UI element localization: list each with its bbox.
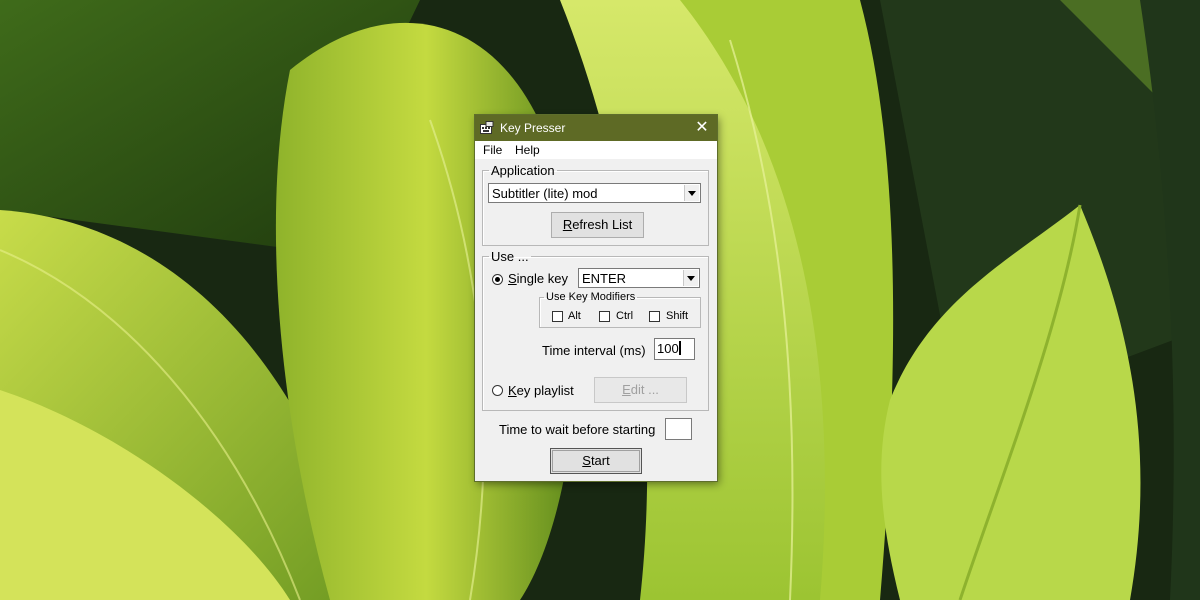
single-key-radio[interactable]: [492, 274, 503, 285]
title-bar[interactable]: Key Presser ✕: [475, 115, 717, 141]
time-interval-label: Time interval (ms): [542, 343, 646, 358]
key-playlist-label[interactable]: Key playlist: [508, 383, 574, 398]
window-title: Key Presser: [500, 121, 566, 135]
single-key-text: ingle key: [516, 271, 568, 286]
text-caret: [678, 341, 681, 355]
shift-checkbox[interactable]: [649, 311, 660, 322]
close-button[interactable]: ✕: [687, 115, 717, 141]
time-interval-value: 100: [657, 341, 679, 356]
start-mnemonic: S: [582, 453, 591, 468]
edit-mnemonic: E: [622, 382, 631, 397]
alt-label[interactable]: Alt: [568, 310, 581, 322]
playlist-text: ey playlist: [516, 383, 574, 398]
key-playlist-radio[interactable]: [492, 385, 503, 396]
app-icon: [480, 121, 494, 134]
alt-checkbox[interactable]: [552, 311, 563, 322]
wait-before-start-input[interactable]: [665, 418, 692, 440]
refresh-mnemonic: R: [562, 217, 573, 232]
start-button[interactable]: Start: [550, 448, 642, 474]
start-label: tart: [590, 453, 610, 468]
ctrl-label[interactable]: Ctrl: [616, 310, 633, 322]
menu-help[interactable]: Help: [515, 143, 540, 157]
refresh-label: efresh List: [572, 217, 633, 232]
chevron-down-icon[interactable]: [684, 185, 699, 201]
key-presser-window: Key Presser ✕ File Help Application Subt…: [475, 115, 717, 481]
playlist-mnemonic: K: [508, 383, 517, 398]
edit-playlist-button[interactable]: Edit ...: [594, 377, 687, 403]
key-modifiers-legend: Use Key Modifiers: [546, 291, 636, 303]
application-dropdown[interactable]: Subtitler (lite) mod: [488, 183, 701, 203]
application-dropdown-value: Subtitler (lite) mod: [492, 186, 598, 201]
use-legend: Use ...: [491, 249, 529, 264]
edit-label: dit ...: [630, 382, 659, 397]
single-key-label[interactable]: Single key: [508, 271, 568, 286]
shift-label[interactable]: Shift: [666, 310, 688, 322]
chevron-down-icon[interactable]: [683, 270, 698, 286]
wait-before-start-label: Time to wait before starting: [499, 422, 656, 437]
application-legend: Application: [491, 163, 555, 178]
menu-file[interactable]: File: [483, 143, 502, 157]
menu-bar: File Help: [475, 141, 717, 159]
close-icon: ✕: [695, 119, 709, 136]
ctrl-checkbox[interactable]: [599, 311, 610, 322]
refresh-list-button[interactable]: Refresh List: [551, 212, 644, 238]
single-key-mnemonic: S: [508, 271, 517, 286]
key-dropdown-value: ENTER: [582, 271, 627, 286]
key-dropdown[interactable]: ENTER: [578, 268, 700, 288]
time-interval-input[interactable]: 100: [654, 338, 695, 360]
